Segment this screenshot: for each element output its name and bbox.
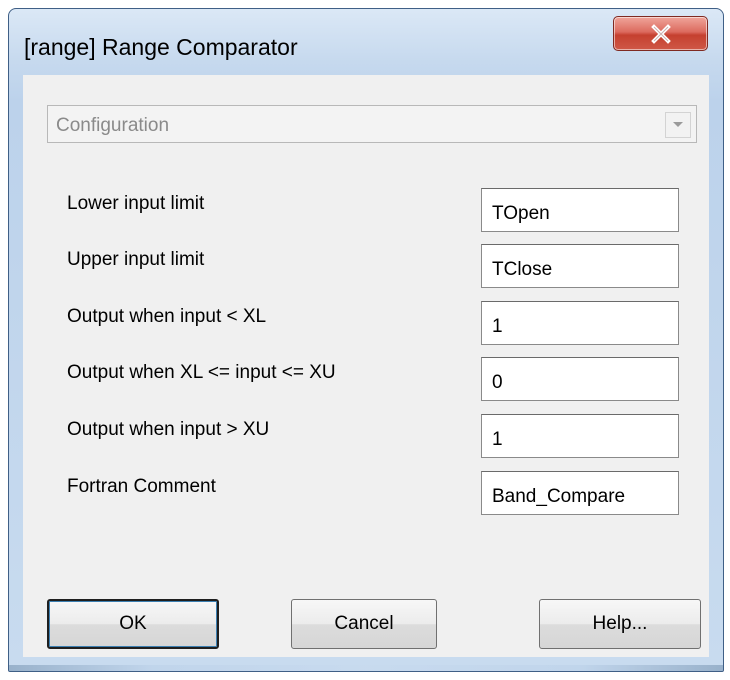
configuration-dropdown[interactable]: Configuration: [47, 105, 697, 143]
dialog-body: Configuration Lower input limit TOpen Up…: [23, 75, 709, 657]
upper-input-limit-field[interactable]: TClose: [481, 244, 679, 288]
close-icon: [650, 23, 671, 44]
output-above-field[interactable]: 1: [481, 414, 679, 458]
cancel-button[interactable]: Cancel: [291, 599, 437, 649]
fortran-comment-field[interactable]: Band_Compare: [481, 471, 679, 515]
configuration-dropdown-value: Configuration: [56, 115, 170, 136]
chevron-down-icon: [673, 122, 683, 127]
ok-button[interactable]: OK: [47, 599, 219, 649]
output-between-field[interactable]: 0: [481, 357, 679, 401]
upper-input-limit-label: Upper input limit: [67, 249, 205, 270]
lower-input-limit-label: Lower input limit: [67, 193, 205, 214]
output-below-label: Output when input < XL: [67, 306, 267, 327]
dropdown-arrow-button[interactable]: [665, 112, 691, 138]
output-between-label: Output when XL <= input <= XU: [67, 362, 336, 383]
lower-input-limit-field[interactable]: TOpen: [481, 188, 679, 232]
dialog-window: [range] Range Comparator Configuration L…: [8, 8, 724, 672]
output-below-field[interactable]: 1: [481, 301, 679, 345]
help-button[interactable]: Help...: [539, 599, 701, 649]
output-above-label: Output when input > XU: [67, 419, 270, 440]
fortran-comment-label: Fortran Comment: [67, 476, 216, 497]
close-button[interactable]: [613, 16, 708, 51]
window-title: [range] Range Comparator: [24, 34, 298, 60]
